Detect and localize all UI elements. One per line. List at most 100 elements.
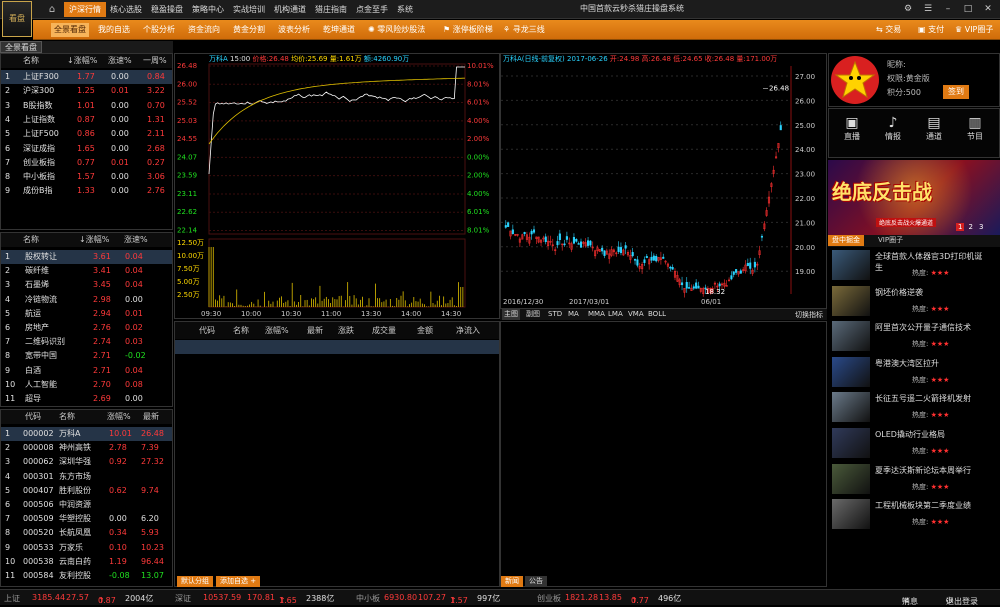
col-last[interactable]: 最新: [307, 324, 323, 338]
table-row[interactable]: 6 房地产 2.76 0.02: [1, 321, 172, 335]
table-row[interactable]: 1 000002 万科A 10.01 26.48: [1, 427, 172, 442]
col-name[interactable]: 名称: [59, 410, 75, 424]
table-row[interactable]: 3 B股指数 1.01 0.00 0.70: [1, 99, 172, 113]
tab-core-stock-pick[interactable]: 核心选股: [105, 2, 147, 17]
col-diff[interactable]: 涨跌: [338, 324, 354, 338]
tab-golden-touch[interactable]: 点金至手: [351, 2, 393, 17]
table-row[interactable]: 2 沪深300 1.25 0.01 3.22: [1, 84, 172, 98]
table-row[interactable]: 6 深证成指 1.65 0.00 2.68: [1, 142, 172, 156]
table-row[interactable]: 1 上证F300 1.77 0.00 0.84: [1, 70, 172, 85]
col-volume[interactable]: 成交量: [372, 324, 396, 338]
tab-institution-channel[interactable]: 机构通道: [269, 2, 311, 17]
table-row[interactable]: 7 000509 华塑控股 0.00 6.20: [1, 512, 172, 526]
subtab-qiankun-channel[interactable]: 乾坤通道: [323, 23, 355, 37]
news-item[interactable]: 工程机械板块第二季度业绩 热度: ★★★: [830, 497, 1000, 532]
tab-strategy-center[interactable]: 策略中心: [187, 2, 229, 17]
live-button[interactable]: ▣ 直播: [839, 115, 865, 142]
banner-page-3[interactable]: 3: [977, 223, 985, 231]
col-code[interactable]: 代码: [25, 410, 41, 424]
overview-tab[interactable]: 全景看盘: [0, 41, 42, 53]
status-index-name[interactable]: 上证: [4, 593, 20, 604]
table-row[interactable]: 9 白酒 2.71 0.04: [1, 364, 172, 378]
table-row[interactable]: 8 000520 长航凤凰 0.34 5.93: [1, 526, 172, 540]
subtab-my-watchlist[interactable]: 我的自选: [98, 23, 130, 37]
tab-news[interactable]: 新闻: [501, 576, 523, 587]
col-code[interactable]: 代码: [199, 324, 215, 338]
subtab-stock-analysis[interactable]: 个股分析: [143, 23, 175, 37]
tab-announcements[interactable]: 公告: [525, 576, 547, 587]
trade-button[interactable]: ⇆ 交易: [876, 23, 901, 37]
indicator-tab[interactable]: MMA: [586, 309, 607, 320]
quote-selected-row[interactable]: [175, 340, 499, 354]
status-index-name[interactable]: 深证: [175, 593, 191, 604]
col-week[interactable]: 一周%: [143, 54, 167, 68]
subtab-zero-risk[interactable]: ✺ 零风险炒股法: [368, 23, 425, 37]
switch-indicator-button[interactable]: 切换指标: [795, 310, 823, 320]
pay-button[interactable]: ▣ 支付: [918, 23, 944, 37]
news-item[interactable]: 夏季达沃斯新论坛本周举行 热度: ★★★: [830, 462, 1000, 497]
table-row[interactable]: 2 000008 神州高铁 2.78 7.39: [1, 441, 172, 455]
avatar[interactable]: [831, 56, 879, 104]
table-row[interactable]: 4 上证指数 0.87 0.00 1.31: [1, 113, 172, 127]
table-row[interactable]: 10 人工智能 2.70 0.08: [1, 378, 172, 392]
table-row[interactable]: 9 000533 万家乐 0.10 10.23: [1, 541, 172, 555]
tab-guide[interactable]: 猎庄指南: [310, 2, 352, 17]
table-row[interactable]: 4 000301 东方市场: [1, 470, 172, 484]
program-button[interactable]: ▥ 节目: [962, 115, 988, 142]
news-item[interactable]: 粤港澳大湾区拉升 热度: ★★★: [830, 355, 1000, 390]
indicator-tab[interactable]: 副图: [524, 309, 542, 320]
intel-button[interactable]: ♪ 情报: [880, 115, 906, 142]
subtab-capital-flow[interactable]: 资金流向: [188, 23, 220, 37]
maximize-icon[interactable]: □: [960, 2, 976, 16]
channel-button[interactable]: ▤ 通道: [921, 115, 947, 142]
indicator-tab[interactable]: BOLL: [646, 309, 668, 320]
col-inflow[interactable]: 净流入: [456, 324, 480, 338]
col-speed[interactable]: 涨速%: [108, 54, 132, 68]
table-row[interactable]: 4 冷链物流 2.98 0.00: [1, 293, 172, 307]
table-row[interactable]: 5 上证F500 0.86 0.00 2.11: [1, 127, 172, 141]
news-item[interactable]: OLED撬动行业格局 热度: ★★★: [830, 426, 1000, 461]
add-watchlist-button[interactable]: 添加自选 +: [216, 576, 261, 587]
table-row[interactable]: 5 航运 2.94 0.01: [1, 307, 172, 321]
table-row[interactable]: 7 创业板指 0.77 0.01 0.27: [1, 156, 172, 170]
banner-page-2[interactable]: 2: [966, 223, 974, 231]
table-row[interactable]: 8 中小板指 1.57 0.00 3.06: [1, 170, 172, 184]
table-row[interactable]: 11 000584 友利控股 -0.08 13.07: [1, 569, 172, 583]
col-name[interactable]: 名称: [23, 233, 39, 247]
tab-hushen-quotes[interactable]: 沪深行情: [64, 2, 106, 17]
tab-system[interactable]: 系统: [392, 2, 418, 17]
col-name[interactable]: 名称: [233, 324, 249, 338]
table-row[interactable]: 8 宽带中国 2.71 -0.02: [1, 349, 172, 363]
news-item[interactable]: 阿里首次公开量子通信技术 热度: ★★★: [830, 319, 1000, 354]
col-name[interactable]: 名称: [23, 54, 39, 68]
menu-icon[interactable]: ☰: [920, 2, 936, 16]
table-row[interactable]: 10 000538 云南白药 1.19 96.44: [1, 555, 172, 569]
intraday-chart[interactable]: 26.48 10.01% 26.00 8.01% 25.52 6.01% 25.03 4.00…: [175, 54, 501, 320]
table-row[interactable]: 3 000062 深圳华强 0.92 27.32: [1, 455, 172, 469]
home-icon[interactable]: ⌂: [44, 2, 60, 17]
indicator-tab[interactable]: 主图: [502, 309, 520, 320]
promo-banner[interactable]: 绝底反击战 绝底反击战火爆通道 1 2 3: [828, 160, 1000, 235]
news-item[interactable]: 钢坯价格逆袭 热度: ★★★: [830, 284, 1000, 319]
indicator-tab[interactable]: LMA: [606, 309, 625, 320]
status-index-name[interactable]: 创业板: [537, 593, 561, 604]
tab-midday-gold[interactable]: 盘中掘金: [828, 235, 864, 246]
table-row[interactable]: 5 000407 胜利股份 0.62 9.74: [1, 484, 172, 498]
close-icon[interactable]: ✕: [980, 2, 996, 16]
tab-steady-trading[interactable]: 稳盈操盘: [146, 2, 188, 17]
subtab-wave-analysis[interactable]: 波表分析: [278, 23, 310, 37]
table-row[interactable]: 1 股权转让 3.61 0.04: [1, 250, 172, 265]
signin-button[interactable]: 签到: [943, 85, 969, 99]
subtab-golden-split[interactable]: 黄金分割: [233, 23, 265, 37]
settings-icon[interactable]: ⚙: [900, 2, 916, 16]
tab-vip-circle[interactable]: VIP圈子: [874, 235, 907, 246]
col-change[interactable]: ↓涨幅%: [79, 233, 109, 247]
table-row[interactable]: 2 碳纤维 3.41 0.04: [1, 264, 172, 278]
col-last[interactable]: 最新: [143, 410, 159, 424]
indicator-tab[interactable]: VMA: [626, 309, 646, 320]
banner-page-1[interactable]: 1: [956, 223, 965, 231]
status-index-name[interactable]: 中小板: [356, 593, 380, 604]
table-row[interactable]: 3 石墨烯 3.45 0.04: [1, 278, 172, 292]
subtab-limit-up-ladder[interactable]: ⚑ 涨停板阶梯: [443, 23, 493, 37]
minimize-icon[interactable]: –: [940, 2, 956, 16]
